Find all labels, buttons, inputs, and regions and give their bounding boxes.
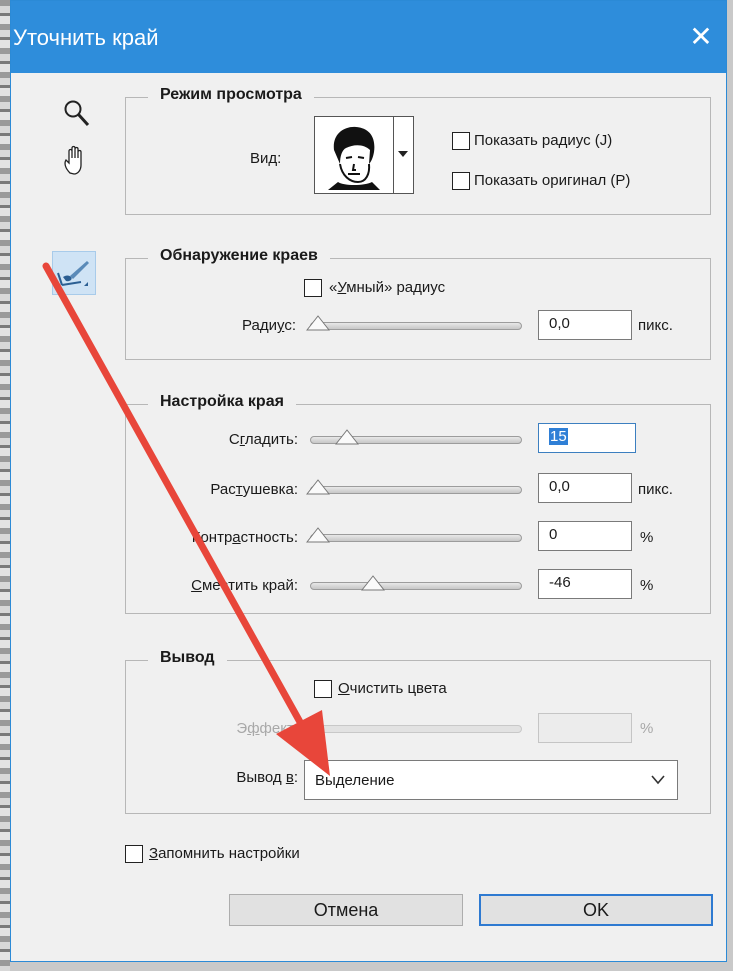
shift-edge-slider-thumb[interactable]: [361, 574, 385, 592]
background-strip: [0, 0, 10, 971]
view-mode-dropdown-button[interactable]: [393, 117, 413, 193]
view-mode-picker[interactable]: [314, 116, 414, 194]
view-thumbnail-image: [320, 120, 388, 190]
refine-radius-tool-button[interactable]: [52, 251, 96, 295]
view-mode-group: Режим просмотра Вид: Показать радиус (J)…: [125, 86, 711, 215]
view-mode-legend: Режим просмотра: [148, 86, 314, 104]
contrast-slider-thumb[interactable]: [306, 526, 330, 544]
show-radius-label: Показать радиус (J): [474, 132, 613, 149]
show-original-checkbox[interactable]: [452, 172, 470, 190]
feather-field[interactable]: 0,0: [538, 473, 632, 503]
smooth-label: Сгладить:: [228, 431, 298, 448]
shift-edge-field[interactable]: -46: [538, 569, 632, 599]
zoom-icon[interactable]: [63, 99, 91, 129]
amount-label: Эффект:: [236, 720, 298, 737]
adjust-edge-legend: Настройка края: [148, 393, 296, 411]
remember-settings-checkbox[interactable]: [125, 845, 143, 863]
contrast-label: Контрастность:: [191, 529, 298, 546]
chevron-down-icon: [651, 775, 665, 785]
refine-radius-brush-icon: [57, 261, 89, 286]
radius-slider-thumb[interactable]: [306, 314, 330, 332]
dialog-title: Уточнить край: [13, 25, 159, 50]
amount-slider: [310, 725, 522, 733]
refine-edge-dialog: Уточнить край ✕ Режим просмотра Вид: Пок…: [10, 0, 727, 962]
smooth-slider[interactable]: [310, 429, 522, 445]
contrast-slider[interactable]: [306, 527, 522, 543]
radius-unit: пикс.: [638, 317, 673, 334]
cancel-button[interactable]: Отмена: [229, 894, 463, 926]
adjust-edge-group: Настройка края Сгладить: 15 Растушевка: …: [125, 393, 711, 614]
output-to-value: Выделение: [315, 772, 395, 789]
ok-button[interactable]: OK: [479, 894, 713, 926]
radius-field[interactable]: 0,0: [538, 310, 632, 340]
chevron-down-icon: [398, 151, 408, 157]
title-bar: Уточнить край ✕: [11, 1, 726, 73]
smart-radius-label: «Умный» радиус: [329, 279, 446, 296]
edge-detection-group: Обнаружение краев «Умный» радиус Радиус:…: [125, 247, 711, 360]
output-to-label: Вывод в:: [236, 769, 298, 786]
output-group: Вывод Очистить цвета Эффект: % Вывод в: …: [125, 649, 711, 814]
feather-slider-thumb[interactable]: [306, 478, 330, 496]
feather-slider[interactable]: [306, 479, 522, 495]
contrast-unit: %: [640, 529, 654, 546]
close-button[interactable]: ✕: [676, 11, 726, 63]
shift-edge-label: Сместить край:: [191, 577, 298, 594]
shift-edge-slider[interactable]: [310, 575, 522, 591]
smooth-field[interactable]: 15: [538, 423, 636, 453]
contrast-field[interactable]: 0: [538, 521, 632, 551]
output-to-select[interactable]: Выделение: [304, 760, 678, 800]
feather-unit: пикс.: [638, 481, 673, 498]
show-radius-checkbox[interactable]: [452, 132, 470, 150]
edge-detection-legend: Обнаружение краев: [148, 247, 330, 265]
radius-slider[interactable]: [306, 315, 522, 331]
hand-icon[interactable]: [60, 143, 96, 179]
amount-field: [538, 713, 632, 743]
radius-label: Радиус:: [242, 317, 296, 334]
decontaminate-checkbox[interactable]: [314, 680, 332, 698]
shift-edge-unit: %: [640, 577, 654, 594]
remember-settings-label: Запомнить настройки: [149, 845, 300, 862]
feather-label: Растушевка:: [210, 481, 298, 498]
show-original-label: Показать оригинал (P): [474, 172, 631, 189]
view-label: Вид:: [250, 150, 282, 167]
output-legend: Вывод: [148, 649, 227, 667]
smooth-slider-thumb[interactable]: [335, 428, 359, 446]
smart-radius-checkbox[interactable]: [304, 279, 322, 297]
amount-unit: %: [640, 720, 654, 737]
decontaminate-label: Очистить цвета: [338, 680, 447, 697]
